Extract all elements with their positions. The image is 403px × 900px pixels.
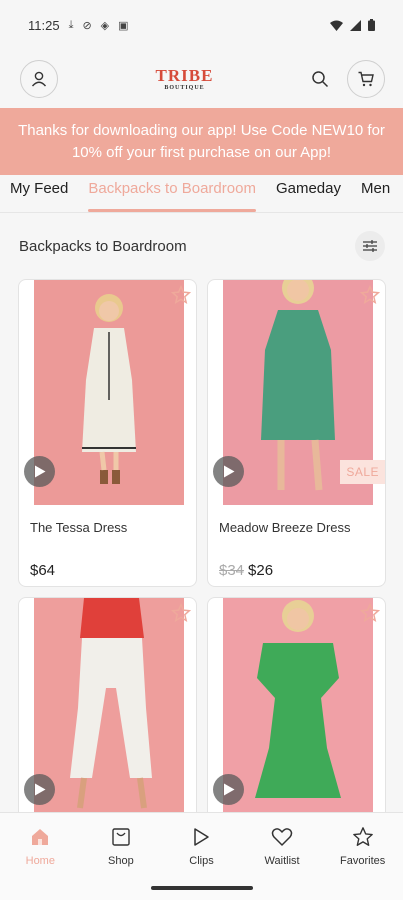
product-name: Meadow Breeze Dress	[219, 520, 351, 535]
original-price: $34	[219, 562, 245, 579]
product-card[interactable]: SALE Meadow Breeze Dress $34 $26	[207, 279, 386, 587]
battery-icon	[368, 19, 375, 31]
home-icon	[32, 829, 49, 845]
nav-label: Waitlist	[264, 855, 300, 867]
product-image[interactable]	[34, 598, 184, 817]
favorite-star-icon[interactable]	[170, 602, 192, 624]
tab-label: Backpacks to Boardroom	[88, 180, 256, 197]
promo-banner[interactable]: Thanks for downloading our app! Use Code…	[0, 108, 403, 175]
shop-icon	[112, 828, 130, 846]
section-title: Backpacks to Boardroom	[19, 237, 187, 255]
nav-label: Shop	[108, 855, 134, 867]
tab-backpacks-to-boardroom[interactable]: Backpacks to Boardroom	[78, 175, 266, 212]
product-price: $34 $26	[219, 562, 273, 579]
logo-text: TRIBE	[155, 66, 214, 85]
category-tabs: My Feed Backpacks to Boardroom Gameday M…	[0, 175, 403, 213]
dnd-icon: ⊘	[82, 19, 92, 32]
nav-favorites[interactable]: Favorites	[322, 813, 403, 900]
tab-men[interactable]: Men	[351, 175, 400, 212]
cart-icon	[358, 71, 374, 87]
favorite-star-icon[interactable]	[359, 284, 381, 306]
download-icon: ⤓	[68, 18, 74, 31]
play-video-button[interactable]	[213, 774, 244, 805]
product-image[interactable]	[223, 598, 373, 817]
promo-text: Thanks for downloading our app! Use Code…	[18, 121, 385, 161]
filter-button[interactable]	[355, 231, 385, 261]
product-card[interactable]	[207, 597, 386, 817]
sale-badge: SALE	[340, 460, 385, 484]
play-icon	[194, 828, 210, 846]
nav-label: Home	[25, 855, 55, 867]
product-price-value: $26	[248, 562, 274, 579]
nav-shop[interactable]: Shop	[81, 813, 162, 900]
tab-label: Gameday	[275, 180, 341, 197]
status-bar: 11:25 ⤓ ⊘ ◈ ▣	[0, 0, 403, 50]
play-icon	[223, 465, 234, 478]
tab-label: My Feed	[10, 180, 69, 197]
account-button[interactable]	[20, 60, 58, 98]
gesture-home-bar[interactable]	[151, 886, 253, 890]
product-card[interactable]: The Tessa Dress $64	[18, 279, 197, 587]
nav-label: Favorites	[340, 855, 386, 867]
play-video-button[interactable]	[213, 456, 244, 487]
favorite-star-icon[interactable]	[170, 284, 192, 306]
brand-logo[interactable]: TRIBE BOUTIQUE	[156, 67, 214, 91]
play-icon	[223, 783, 234, 796]
product-price: $64	[30, 562, 55, 579]
product-grid: The Tessa Dress $64 SALE Meadow Breeze D…	[0, 279, 403, 817]
star-icon	[352, 827, 373, 846]
product-price-value: $64	[30, 562, 56, 579]
tab-label: Men	[360, 180, 391, 197]
play-icon	[34, 783, 45, 796]
nav-home[interactable]: Home	[0, 813, 81, 900]
wifi-icon	[330, 20, 343, 31]
user-icon	[31, 71, 47, 87]
status-time: 11:25	[28, 17, 60, 33]
play-video-button[interactable]	[24, 774, 55, 805]
heart-icon	[271, 828, 293, 846]
product-name: The Tessa Dress	[30, 520, 128, 535]
signal-icon	[350, 19, 361, 31]
play-video-button[interactable]	[24, 456, 55, 487]
play-icon	[34, 465, 45, 478]
logo-subtext: BOUTIQUE	[164, 85, 205, 91]
product-card[interactable]	[18, 597, 197, 817]
favorite-star-icon[interactable]	[359, 602, 381, 624]
search-icon[interactable]	[311, 70, 329, 88]
section-header: Backpacks to Boardroom	[0, 213, 403, 279]
app-header: TRIBE BOUTIQUE	[0, 50, 403, 108]
product-image[interactable]	[34, 280, 184, 505]
data-saver-icon: ◈	[100, 19, 110, 32]
tab-my-feed[interactable]: My Feed	[0, 175, 78, 212]
app-notification-icon: ▣	[118, 19, 129, 32]
tab-gameday[interactable]: Gameday	[266, 175, 351, 212]
cart-button[interactable]	[346, 60, 385, 98]
nav-waitlist[interactable]: Waitlist	[242, 813, 323, 900]
sliders-icon	[363, 240, 377, 252]
nav-label: Clips	[189, 855, 214, 867]
